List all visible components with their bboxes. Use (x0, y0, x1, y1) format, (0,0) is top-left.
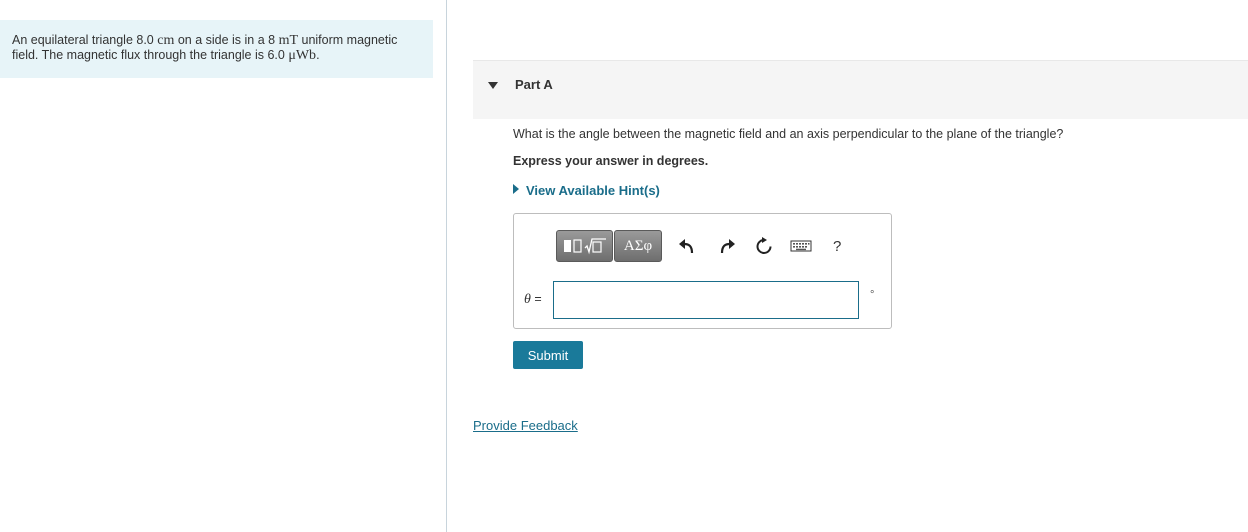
collapse-caret-icon[interactable] (488, 82, 498, 89)
undo-icon[interactable] (677, 236, 697, 256)
submit-button[interactable]: Submit (513, 341, 583, 369)
degree-unit: ° (870, 289, 875, 301)
problem-text: on a side is in a 8 (174, 33, 279, 47)
redo-icon[interactable] (717, 236, 737, 256)
problem-statement: An equilateral triangle 8.0 cm on a side… (0, 20, 433, 78)
answer-input[interactable] (553, 281, 859, 319)
column-divider (446, 0, 447, 532)
templates-icon (563, 238, 606, 255)
view-hints-link[interactable]: View Available Hint(s) (513, 183, 660, 198)
question-text: What is the angle between the magnetic f… (513, 127, 1064, 141)
answer-variable-label: θ = (524, 292, 542, 308)
templates-button[interactable] (556, 230, 613, 262)
reset-icon[interactable] (754, 236, 774, 256)
part-a-header[interactable]: Part A (473, 60, 1248, 119)
unit-uwb: μWb (288, 48, 317, 63)
theta-symbol: θ (524, 292, 531, 307)
keyboard-icon[interactable] (790, 236, 812, 256)
help-icon[interactable]: ? (833, 238, 841, 255)
expand-caret-icon (513, 184, 519, 194)
part-title: Part A (515, 77, 553, 92)
equals-sign: = (530, 292, 542, 306)
answer-box: ΑΣφ ? θ = ° (513, 213, 892, 329)
problem-text: . (316, 48, 320, 62)
hint-label: View Available Hint(s) (526, 183, 660, 198)
problem-text: An equilateral triangle 8.0 (12, 33, 158, 47)
unit-mt: mT (278, 33, 299, 48)
symbols-button[interactable]: ΑΣφ (614, 230, 662, 262)
unit-cm: cm (157, 33, 175, 48)
provide-feedback-link[interactable]: Provide Feedback (473, 418, 578, 433)
answer-instruction: Express your answer in degrees. (513, 154, 709, 168)
